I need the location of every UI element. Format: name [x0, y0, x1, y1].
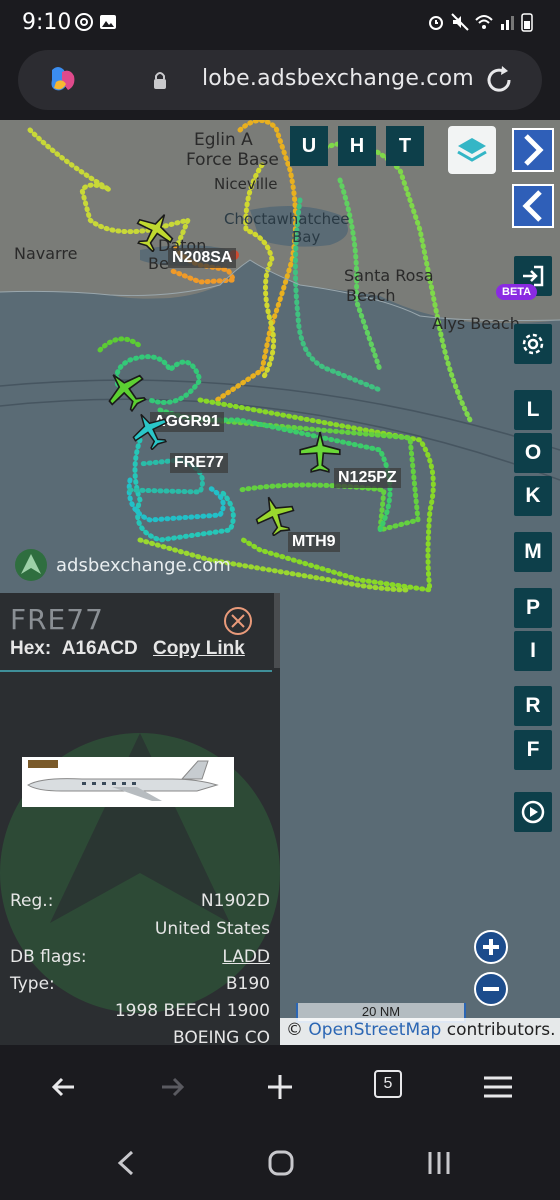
- dbflags-value[interactable]: LADD: [222, 947, 270, 967]
- zoom-out-button[interactable]: [474, 972, 508, 1006]
- plus-icon: [483, 939, 499, 955]
- reload-icon[interactable]: [482, 63, 516, 97]
- brand-text: adsbexchange.com: [56, 554, 231, 576]
- aircraft-photo[interactable]: [22, 757, 234, 807]
- panel-resize-handle[interactable]: [274, 593, 280, 668]
- settings-button[interactable]: [514, 324, 552, 364]
- hex-label: Hex:: [10, 638, 52, 659]
- system-recents-icon[interactable]: [422, 1146, 456, 1180]
- aircraft-info-panel[interactable]: FRE77 Hex: A16ACD Copy Link Reg.: N1902D…: [0, 593, 280, 1045]
- button-m[interactable]: M: [514, 532, 552, 572]
- callsign-n208sa[interactable]: N208SA: [168, 248, 237, 268]
- status-bar: 9:10: [0, 0, 560, 46]
- gallery-icon: [100, 15, 116, 29]
- alarm-icon: [429, 16, 443, 30]
- button-r[interactable]: R: [514, 686, 552, 726]
- collapse-left-button[interactable]: [512, 184, 554, 228]
- system-nav-bar: [0, 1130, 560, 1200]
- aircraft-photo-image: [22, 757, 234, 807]
- signal-icon: [501, 16, 514, 30]
- button-h[interactable]: H: [338, 126, 376, 166]
- clock: 9:10: [22, 10, 72, 35]
- adsbexchange-brand: adsbexchange.com: [14, 548, 231, 582]
- copilot-icon[interactable]: [44, 62, 80, 98]
- type-value: B190: [225, 974, 270, 994]
- wifi-icon: [475, 15, 493, 29]
- hex-row: Hex: A16ACD: [10, 638, 138, 660]
- back-arrow-icon[interactable]: [44, 1067, 84, 1107]
- aircraft-mth9-icon[interactable]: [254, 494, 296, 536]
- attribution-text: contributors.: [446, 1020, 556, 1040]
- system-back-icon[interactable]: [110, 1146, 144, 1180]
- forward-arrow-icon[interactable]: [152, 1067, 192, 1107]
- panel-callsign: FRE77: [10, 603, 104, 636]
- url-text[interactable]: lobe.adsbexchange.com: [202, 66, 474, 91]
- panel-divider: [0, 670, 272, 672]
- reg-label: Reg.:: [10, 891, 54, 911]
- close-icon[interactable]: [222, 605, 254, 637]
- place-label-choctawhatchee: Choctawhatchee: [224, 210, 350, 228]
- map-attribution: © OpenStreetMap contributors.: [280, 1018, 560, 1045]
- copyright-symbol: ©: [286, 1020, 303, 1040]
- aircraft-green-icon[interactable]: [104, 368, 148, 412]
- aircraft-n208sa-icon[interactable]: [134, 210, 176, 252]
- place-label-eglin: Eglin A: [194, 130, 253, 150]
- place-label-niceville: Niceville: [214, 175, 278, 193]
- gear-icon: [522, 333, 544, 355]
- minus-icon: [483, 987, 499, 991]
- new-tab-plus-icon[interactable]: [260, 1067, 300, 1107]
- place-label-bay: Bay: [292, 228, 321, 246]
- place-label-destin-b: Be: [148, 254, 169, 273]
- place-label-beach: Beach: [346, 286, 396, 305]
- layers-button[interactable]: [448, 126, 496, 174]
- threads-icon: [75, 13, 93, 31]
- copy-link-button[interactable]: Copy Link: [153, 638, 245, 660]
- place-label-santa-rosa: Santa Rosa: [344, 266, 434, 285]
- button-o[interactable]: O: [514, 433, 552, 473]
- replay-icon: [521, 800, 545, 824]
- scale-label: 20 NM: [361, 1004, 401, 1019]
- expand-right-button[interactable]: [512, 128, 554, 172]
- adsbx-logo-icon: [15, 549, 47, 581]
- reg-value: N1902D: [200, 891, 270, 911]
- replay-button[interactable]: [514, 792, 552, 832]
- manufacturer-value: BOEING CO: [172, 1028, 270, 1045]
- button-u[interactable]: U: [290, 126, 328, 166]
- lock-icon[interactable]: [152, 70, 168, 90]
- button-l[interactable]: L: [514, 390, 552, 430]
- zoom-in-button[interactable]: [474, 930, 508, 964]
- callsign-n125pz[interactable]: N125PZ: [334, 468, 401, 488]
- place-label-navarre: Navarre: [14, 244, 78, 263]
- chevron-left-icon: [522, 190, 542, 222]
- system-home-icon[interactable]: [264, 1146, 298, 1180]
- dbflags-label: DB flags:: [10, 947, 87, 967]
- button-k[interactable]: K: [514, 476, 552, 516]
- country-value: United States: [154, 919, 270, 939]
- menu-icon[interactable]: [478, 1067, 518, 1107]
- place-label-force-base: Force Base: [186, 150, 279, 170]
- button-f[interactable]: F: [514, 730, 552, 770]
- beta-badge: BETA: [496, 284, 538, 300]
- browser-toolbar: 5: [0, 1045, 560, 1130]
- layers-icon: [457, 138, 487, 162]
- hex-value: A16ACD: [61, 638, 138, 659]
- mute-icon: [451, 13, 469, 31]
- place-label-alys-beach: Alys Beach: [432, 314, 520, 333]
- model-value: 1998 BEECH 1900: [114, 1001, 270, 1021]
- button-i[interactable]: I: [514, 631, 552, 671]
- type-label: Type:: [10, 974, 55, 994]
- battery-icon: [521, 13, 533, 32]
- chevron-right-icon: [524, 134, 544, 166]
- tab-count-button[interactable]: 5: [374, 1070, 402, 1098]
- callsign-mth9[interactable]: MTH9: [288, 532, 340, 552]
- button-t[interactable]: T: [386, 126, 424, 166]
- callsign-fre77[interactable]: FRE77: [170, 453, 228, 473]
- address-bar[interactable]: lobe.adsbexchange.com: [18, 50, 542, 110]
- button-p[interactable]: P: [514, 588, 552, 628]
- aircraft-fre77-icon[interactable]: [130, 410, 170, 450]
- osm-link[interactable]: OpenStreetMap: [308, 1020, 441, 1040]
